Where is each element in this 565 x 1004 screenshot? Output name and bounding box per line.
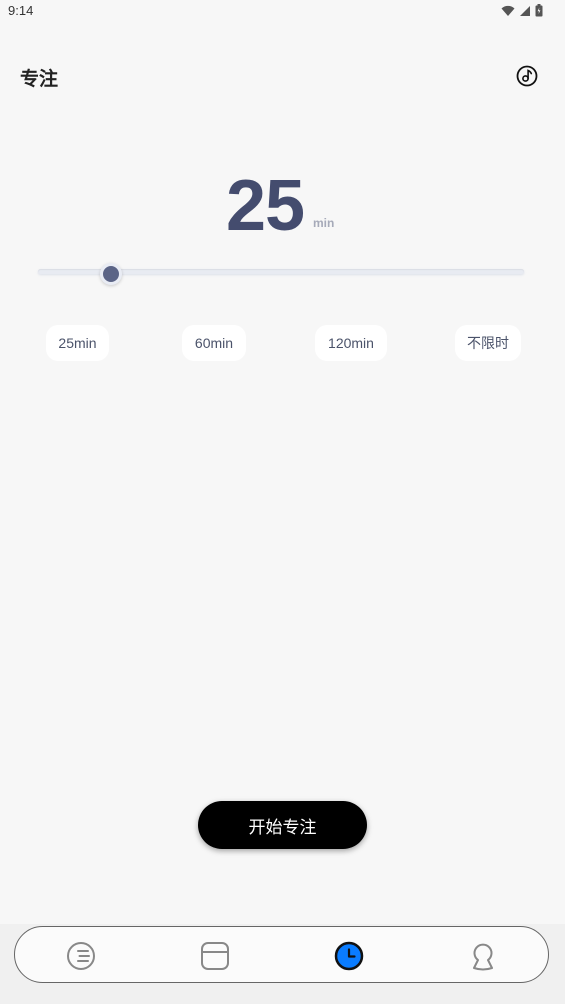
nav-item-focus[interactable] bbox=[334, 941, 364, 971]
start-focus-button[interactable]: 开始专注 bbox=[198, 801, 367, 849]
bottom-nav bbox=[14, 926, 549, 983]
battery-icon bbox=[535, 4, 543, 17]
nav-item-profile[interactable] bbox=[468, 941, 498, 971]
clock-icon bbox=[334, 941, 364, 975]
timer-value: 25 bbox=[226, 166, 305, 246]
page-title: 专注 bbox=[20, 68, 59, 90]
profile-icon bbox=[468, 943, 498, 975]
status-time: 9:14 bbox=[8, 3, 34, 18]
signal-icon bbox=[519, 5, 531, 17]
wifi-icon bbox=[501, 5, 515, 17]
slider-thumb[interactable] bbox=[99, 263, 122, 285]
timer-display: 25 min bbox=[0, 165, 565, 246]
nav-item-calendar[interactable] bbox=[200, 941, 230, 971]
status-bar: 9:14 bbox=[0, 0, 565, 24]
preset-60min[interactable]: 60min bbox=[182, 325, 246, 361]
music-button[interactable] bbox=[514, 63, 540, 89]
status-icons bbox=[501, 4, 543, 17]
nav-item-list[interactable] bbox=[66, 941, 96, 971]
duration-slider[interactable] bbox=[38, 262, 524, 285]
preset-unlimited[interactable]: 不限时 bbox=[455, 325, 521, 361]
timer-unit: min bbox=[313, 216, 335, 230]
preset-120min[interactable]: 120min bbox=[315, 325, 387, 361]
preset-25min[interactable]: 25min bbox=[46, 325, 109, 361]
list-circle-icon bbox=[66, 942, 96, 975]
music-note-icon bbox=[514, 65, 540, 93]
calendar-icon bbox=[200, 942, 230, 975]
